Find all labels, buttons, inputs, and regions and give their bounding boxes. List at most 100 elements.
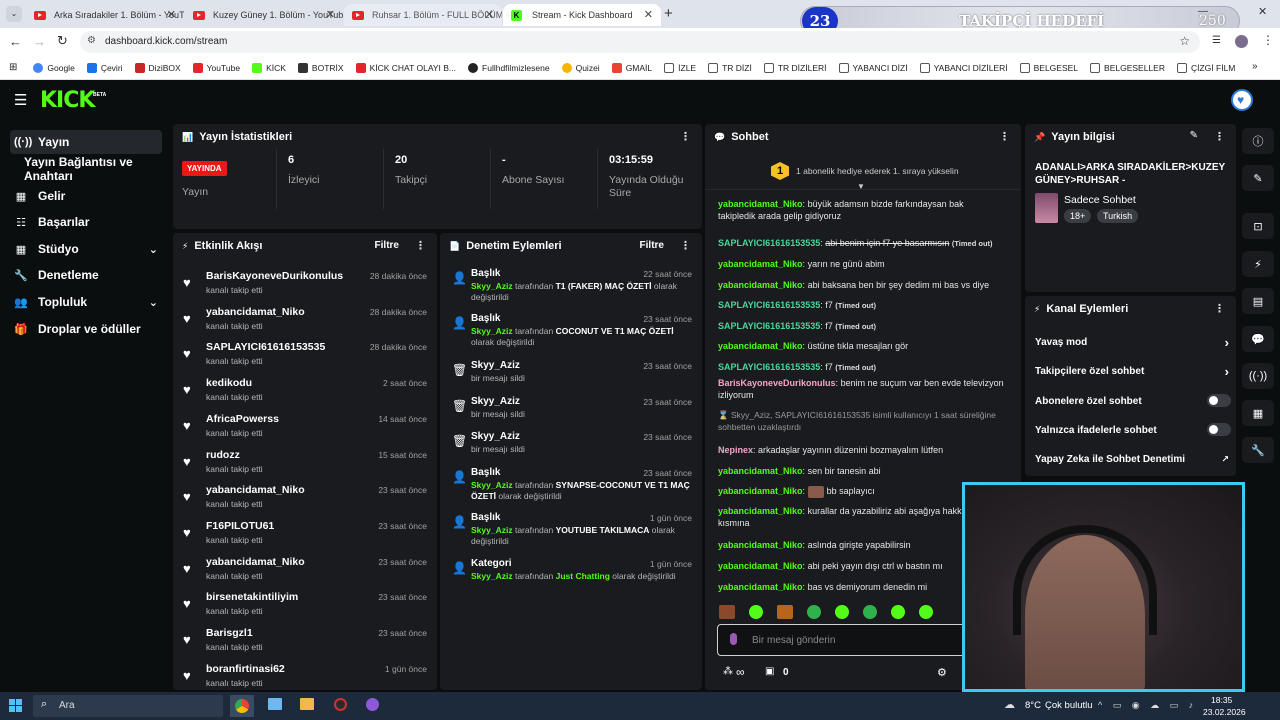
emote-icon[interactable] (919, 605, 933, 619)
weather-icon[interactable]: ☁ (1004, 698, 1015, 711)
bookmark-item[interactable]: Çeviri (86, 62, 123, 73)
emotes-only-toggle[interactable] (1207, 423, 1231, 436)
subscribers-only-toggle[interactable] (1207, 394, 1231, 407)
category-name[interactable]: Sadece Sohbet (1064, 194, 1136, 206)
ai-moderation-row[interactable]: Yapay Zeka ile Sohbet Denetimi ↗ (1035, 454, 1231, 465)
chat-message[interactable]: yabancidamat_Niko: sen bir tanesin abi (718, 465, 1018, 477)
chat-message[interactable]: SAPLAYICI61616153535: f7 (Timed out) (718, 299, 1018, 312)
taskbar-app-icon[interactable] (366, 698, 379, 711)
taskbar-search[interactable]: ⌕ Ara (33, 695, 223, 717)
more-options-icon[interactable]: ⋮ (415, 239, 426, 252)
emote-icon[interactable] (719, 605, 735, 619)
activity-item[interactable]: ♥ yabancidamat_Niko kanalı takip etti 23 sa… (181, 554, 429, 590)
url-field[interactable]: ⚙ dashboard.kick.com/stream ☆ (80, 31, 1200, 53)
bookmark-item[interactable]: BOTRİX (297, 62, 344, 73)
activity-item[interactable]: ♥ birsenetakintiliyim kanalı takip etti 23 … (181, 589, 429, 625)
more-options-icon[interactable]: ⋮ (680, 239, 691, 252)
sidebar-item-gelir[interactable]: ▦ Gelir (10, 184, 162, 208)
clock-date[interactable]: 23.02.2026 (1203, 707, 1246, 717)
sidebar-item-droplar[interactable]: 🎁 Droplar ve ödüller (10, 317, 162, 341)
chat-settings-icon[interactable]: ⚙ (937, 666, 947, 679)
activity-item[interactable]: ♥ SAPLAYICI61616153535 kanalı takip etti 28… (181, 339, 429, 375)
tray-icons[interactable]: ^ ▭ ◉ ☁ ▭ ♪ (1098, 700, 1197, 711)
chat-message[interactable]: BarisKayoneveDurikonulus: benim ne suçum… (718, 377, 1018, 401)
more-options-icon[interactable]: ⋮ (1214, 302, 1225, 315)
chrome-app-icon[interactable] (230, 695, 254, 717)
browser-tab[interactable]: Arka Sıradakiler 1. Bölüm - YouTube✕ (26, 4, 184, 26)
chat-message[interactable]: yabancidamat_Niko: abi baksana ben bir ş… (718, 279, 1018, 291)
apps-grid-icon[interactable]: ⊞ (9, 62, 17, 73)
taskbar-app-icon[interactable] (300, 698, 314, 710)
gift-box-icon[interactable]: ▣ (765, 666, 774, 677)
chat-message[interactable]: SAPLAYICI61616153535: f7 (Timed out) (718, 361, 1018, 374)
bookmark-item[interactable]: GMAİL (611, 62, 652, 73)
sidebar-item-stream-key[interactable]: Yayın Bağlantısı ve Anahtarı (10, 155, 175, 183)
chat-message[interactable]: SAPLAYICI61616153535: f7 (Timed out) (718, 320, 1018, 333)
browser-tab-active[interactable]: K Stream - Kick Dashboard ✕ (503, 4, 661, 26)
activity-item[interactable]: ♥ yabancidamat_Niko kanalı takip etti 23 sa… (181, 482, 429, 518)
activity-item[interactable]: ♥ rudozz kanalı takip etti 15 saat önce (181, 447, 429, 483)
close-window-icon[interactable]: ✕ (1258, 5, 1267, 18)
bookmark-folder[interactable]: BELGESELLER (1090, 62, 1165, 73)
subscribers-only-row[interactable]: Abonelere özel sohbet (1035, 394, 1231, 407)
bookmark-folder[interactable]: TR DİZİ (708, 62, 752, 73)
filter-button[interactable]: Filtre (375, 240, 399, 251)
more-options-icon[interactable]: ⋮ (680, 130, 691, 143)
chat-system-message[interactable]: ⌛ Skyy_Aziz, SAPLAYICI61616153535 isimli… (718, 409, 1018, 433)
activity-item[interactable]: ♥ Barisgzl1 kanalı takip etti 23 saat önce (181, 625, 429, 661)
forward-icon[interactable]: → (33, 34, 46, 49)
rail-storage-icon[interactable]: ▦ (1242, 400, 1274, 426)
bookmark-folder[interactable]: YABANCI DİZİLERİ (919, 62, 1008, 73)
clock-time[interactable]: 18:35 (1211, 695, 1232, 705)
chat-message[interactable]: yabancidamat_Niko: büyük adamsın bizde f… (718, 198, 1018, 222)
activity-item[interactable]: ♥ BarisKayoneveDurikonulus kanalı takip et… (181, 268, 429, 304)
slow-mode-row[interactable]: Yavaş mod › (1035, 335, 1231, 350)
bookmark-folder[interactable]: ÇİZGİ FİLM (1176, 62, 1235, 73)
emotes-only-row[interactable]: Yalnızca ifadelerle sohbet (1035, 423, 1231, 436)
browser-tab[interactable]: Kuzey Güney 1. Bölüm - YouTube ✕ (185, 4, 343, 26)
emote-icon[interactable] (749, 605, 763, 619)
more-options-icon[interactable]: ⋮ (1214, 130, 1225, 143)
emote-icon[interactable] (835, 605, 849, 619)
sidebar-item-basarilar[interactable]: ☷ Başarılar (10, 210, 162, 234)
bookmark-folder[interactable]: YABANCI DİZİ (838, 62, 908, 73)
minimize-icon[interactable]: — (1198, 6, 1208, 17)
bookmark-item[interactable]: Quizei (561, 62, 600, 73)
kick-logo[interactable]: KICK (40, 88, 95, 113)
pinned-gift-banner[interactable]: 1 1 abonelik hediye ederek 1. sıraya yük… (705, 152, 1021, 191)
more-bookmarks-icon[interactable]: » (1252, 61, 1258, 72)
rail-edit-icon[interactable]: ✎ (1242, 165, 1274, 191)
sidebar-item-denetleme[interactable]: 🔧 Denetleme (10, 263, 162, 287)
reload-icon[interactable]: ↻ (57, 33, 68, 49)
tab-list-icon[interactable]: ⌄ (6, 6, 22, 22)
followers-only-row[interactable]: Takipçilere özel sohbet › (1035, 364, 1231, 379)
activity-item[interactable]: ♥ yabancidamat_Niko kanalı takip etti 28 da… (181, 304, 429, 340)
rail-broadcast-icon[interactable]: ((·)) (1242, 363, 1274, 389)
emote-icon[interactable] (891, 605, 905, 619)
activity-item[interactable]: ♥ AfricaPowerss kanalı takip etti 14 saat ö… (181, 411, 429, 447)
close-tab-icon[interactable]: ✕ (485, 8, 494, 21)
sidebar-item-studyo[interactable]: ▦ Stüdyo ⌄ (10, 237, 162, 261)
rail-document-icon[interactable]: ▤ (1242, 288, 1274, 314)
rail-wrench-icon[interactable]: 🔧 (1242, 437, 1274, 463)
points-icon[interactable]: ⁂ (723, 666, 733, 677)
collapse-pin-icon[interactable]: ▼ (857, 182, 865, 191)
edit-pencil-icon[interactable]: ✎ (1190, 130, 1198, 141)
chat-message[interactable]: SAPLAYICI61616153535: abi benim için f7 … (718, 237, 1018, 250)
user-avatar[interactable]: ♥ (1231, 89, 1253, 111)
profile-avatar[interactable] (1235, 35, 1248, 48)
close-tab-icon[interactable]: ✕ (644, 8, 653, 21)
bookmark-item[interactable]: YouTube (192, 62, 240, 73)
emote-icon[interactable] (777, 605, 793, 619)
site-info-icon[interactable]: ⚙ (87, 35, 96, 46)
sidebar-item-topluluk[interactable]: 👥 Topluluk ⌄ (10, 290, 162, 314)
hamburger-menu-icon[interactable]: ☰ (14, 91, 27, 109)
extensions-icon[interactable]: ☰ (1212, 35, 1221, 46)
close-tab-icon[interactable]: ✕ (167, 8, 176, 21)
activity-item[interactable]: ♥ kedikodu kanalı takip etti 2 saat önce (181, 375, 429, 411)
chat-message[interactable]: Nepinex: arkadaşlar yayının düzenini boz… (718, 444, 1018, 456)
rail-chat-icon[interactable]: 💬 (1242, 326, 1274, 352)
browser-tab[interactable]: Ruhsar 1. Bölüm - FULL BÖLÜM ✕ (344, 4, 502, 26)
bookmark-item[interactable]: KİCK (252, 62, 286, 73)
new-tab-icon[interactable]: + (664, 5, 673, 22)
